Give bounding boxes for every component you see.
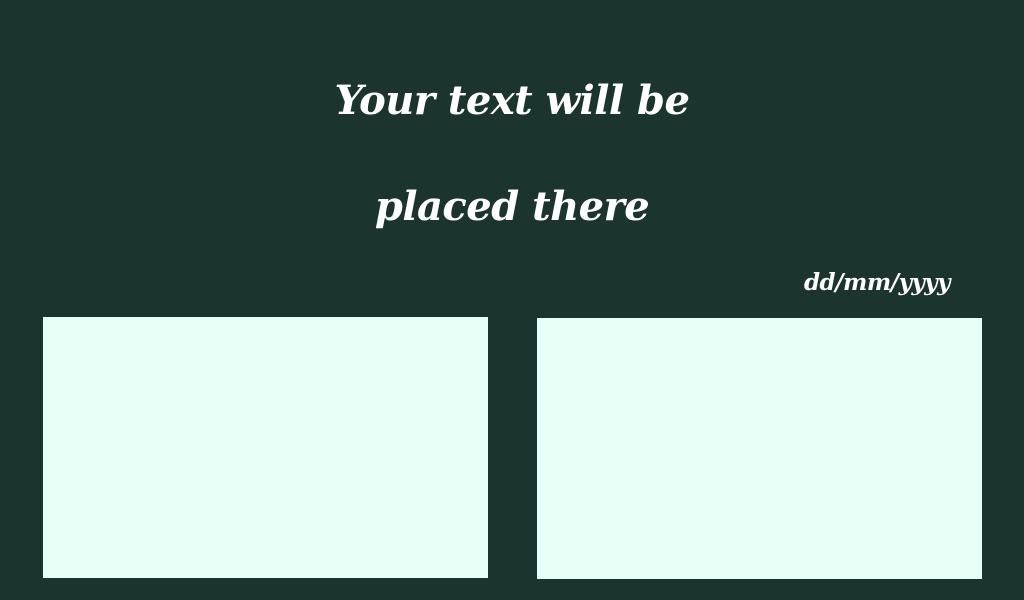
date-placeholder: dd/mm/yyyy bbox=[803, 269, 951, 296]
left-image-panel bbox=[43, 317, 488, 578]
headline-line-1: Your text will be bbox=[334, 77, 690, 124]
right-image-panel bbox=[537, 318, 982, 579]
headline-line-2: placed there bbox=[374, 183, 650, 230]
